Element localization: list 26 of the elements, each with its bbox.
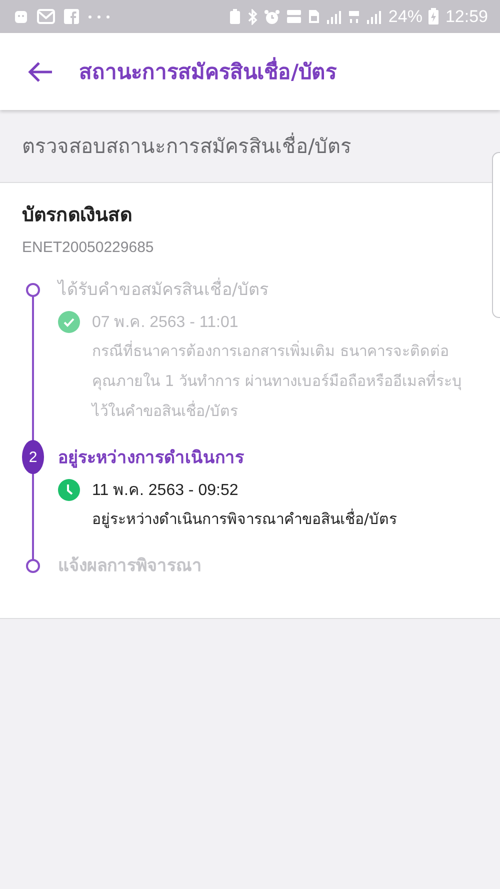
battery-saver-icon — [229, 9, 242, 24]
bluetooth-icon — [247, 8, 258, 24]
step-title: แจ้งผลการพิจารณา — [58, 555, 203, 578]
reference-number: ENET20050229685 — [22, 239, 155, 256]
back-arrow-icon[interactable] — [27, 60, 53, 82]
alarm-icon — [264, 8, 280, 24]
signal-icon — [366, 10, 382, 24]
step-time: 11 พ.ค. 2563 - 09:52 — [92, 481, 238, 501]
step-title: อยู่ระหว่างการดำเนินการ — [58, 447, 245, 470]
step-description: กรณีที่ธนาคารต้องการเอกสารเพิ่มเติม ธนาคารจะติดต่อคุณภายใน 1 วันทำการ ผ่านทางเบอร์มือถือหรืออีเมลที่ระบุไว้ในคำขอสินเชื่อ/บัตร — [92, 340, 462, 422]
step-time: 07 พ.ค. 2563 - 11:01 — [92, 313, 238, 333]
mail-icon — [37, 9, 55, 24]
sim-icon — [308, 9, 320, 24]
step-title: ได้รับคำขอสมัครสินเชื่อ/บัตร — [58, 278, 478, 302]
clock-icon — [58, 478, 80, 500]
product-name: บัตรกดเงินสด — [22, 203, 133, 228]
signal-icon — [326, 10, 342, 24]
check-icon — [58, 310, 80, 332]
more-icon — [88, 14, 110, 18]
battery-percent: 24% — [388, 6, 422, 26]
step-number: 2 — [22, 440, 44, 474]
step-description: อยู่ระหว่างดำเนินการพิจารณาคำขอสินเชื่อ/บัตร — [92, 508, 398, 530]
facebook-icon — [64, 9, 79, 24]
battery-icon — [428, 8, 440, 25]
page-title: สถานะการสมัครสินเชื่อ/บัตร — [79, 55, 337, 88]
clock-time: 12:59 — [445, 6, 488, 26]
